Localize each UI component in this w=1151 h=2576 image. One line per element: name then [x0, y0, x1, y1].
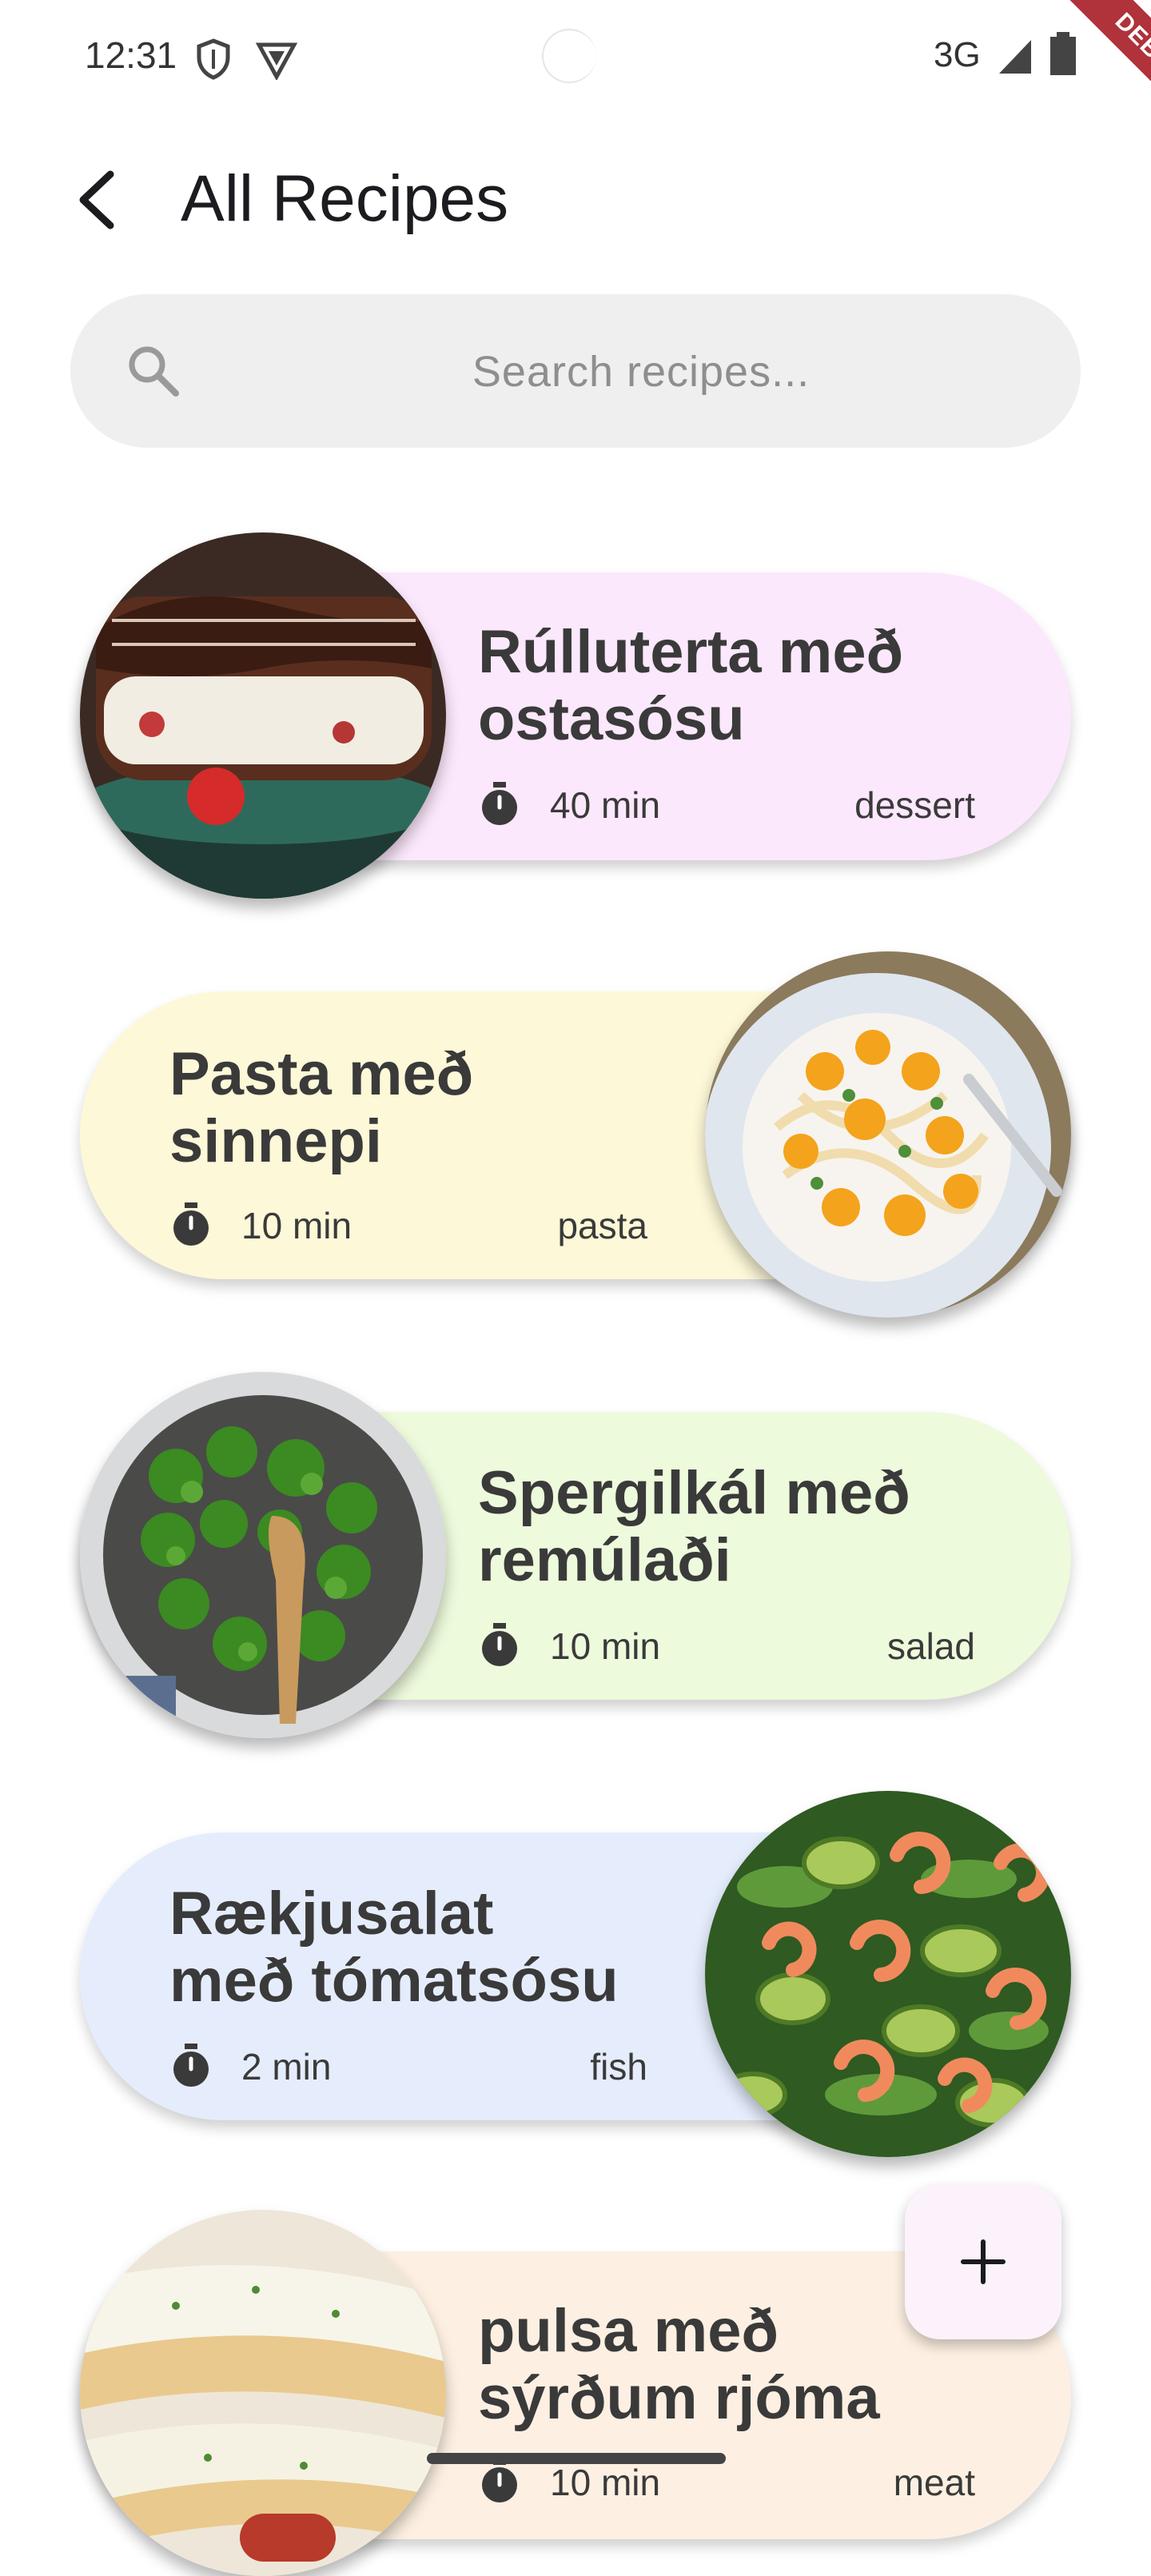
recipe-category: pasta	[557, 1205, 647, 1246]
timer-icon	[173, 2044, 209, 2087]
recipe-category: meat	[893, 2462, 975, 2503]
home-indicator[interactable]	[427, 2453, 726, 2464]
signal-icon	[999, 40, 1031, 74]
recipe-time: 10 min	[241, 1205, 352, 1246]
recipe-time: 10 min	[550, 1625, 661, 1667]
plus-icon	[961, 2239, 1006, 2284]
vpn-icon	[256, 42, 297, 80]
page-title: All Recipes	[181, 162, 509, 235]
timer-icon	[482, 2459, 517, 2502]
recipe-photo-hot-dogs	[80, 2210, 446, 2576]
timer-icon	[482, 1623, 517, 1666]
recipe-time: 10 min	[550, 2462, 661, 2503]
recipe-title: pulsa með sýrðum rjóma	[478, 2297, 880, 2432]
recipe-photo-roll-cake	[80, 532, 446, 899]
shield-icon	[197, 38, 230, 80]
timer-icon	[173, 1202, 209, 1246]
recipe-title: Rúlluterta með ostasósu	[478, 618, 904, 753]
back-button[interactable]	[64, 160, 128, 240]
recipe-category: dessert	[854, 784, 975, 826]
recipe-title: Pasta með sinnepi	[169, 1040, 474, 1175]
recipe-meta: 2 min fish	[171, 2040, 647, 2088]
search-icon	[129, 346, 179, 397]
search-input[interactable]	[240, 331, 1042, 413]
recipe-meta: 10 min salad	[480, 1620, 975, 1668]
recipe-category: salad	[887, 1625, 975, 1667]
recipe-title: Spergilkál með remúlaði	[478, 1459, 910, 1594]
recipe-category: fish	[590, 2046, 647, 2088]
recipe-meta: 10 min pasta	[171, 1199, 647, 1247]
status-time: 12:31	[85, 34, 177, 76]
recipe-title: Rækjusalat með tómatsósu	[169, 1880, 619, 2015]
timer-icon	[482, 782, 517, 825]
recipe-photo-shrimp-salad	[705, 1791, 1071, 2157]
back-arrow-icon	[79, 170, 114, 229]
recipe-photo-broccoli	[80, 1372, 446, 1738]
recipe-meta: 40 min dessert	[480, 779, 975, 827]
battery-icon	[1050, 32, 1076, 75]
network-type: 3G	[934, 35, 981, 74]
recipe-photo-pasta	[705, 951, 1071, 1318]
recipe-time: 2 min	[241, 2046, 332, 2088]
camera-cutout	[542, 29, 596, 83]
recipe-time: 40 min	[550, 784, 661, 826]
